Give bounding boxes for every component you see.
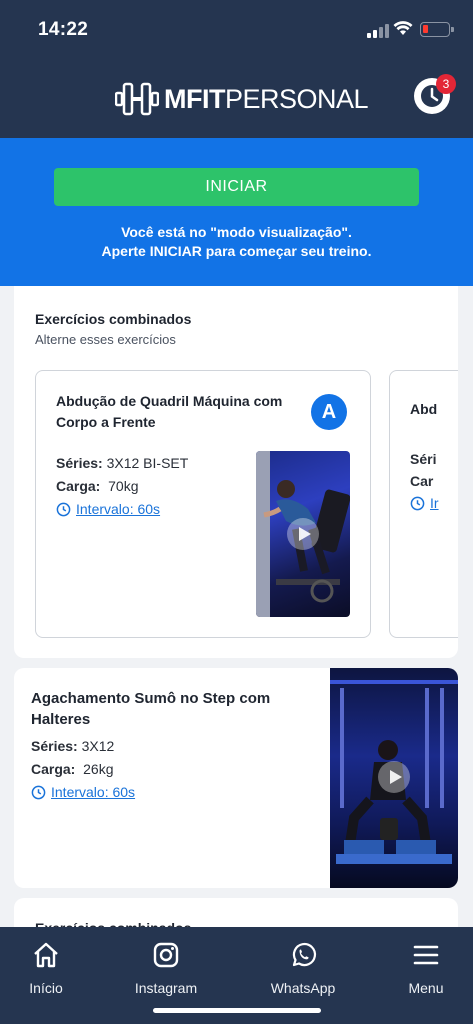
exercise-name-partial: Abd xyxy=(410,401,438,417)
play-icon[interactable] xyxy=(378,761,410,793)
home-icon xyxy=(34,942,58,968)
exercise-name: Abdução de Quadril Máquina com Corpo a F… xyxy=(56,393,283,430)
view-mode-message: Você está no "modo visualização". xyxy=(121,224,352,240)
app-header: 14:22 MFITPERSONAL 3 xyxy=(0,0,473,138)
exercise-video-thumbnail[interactable] xyxy=(330,668,458,888)
group-title: Exercícios combinados xyxy=(35,311,192,327)
home-indicator xyxy=(153,1008,321,1013)
nav-label: Menu xyxy=(408,980,444,996)
view-mode-banner: INICIAR Você está no "modo visualização"… xyxy=(0,138,473,286)
series-row: Séries: 3X12 BI-SET xyxy=(56,455,189,471)
dumbbell-logo-icon xyxy=(115,82,159,116)
start-button[interactable]: INICIAR xyxy=(54,168,419,206)
nav-whatsapp[interactable]: WhatsApp xyxy=(253,941,353,996)
signal-icon xyxy=(367,24,389,38)
menu-icon xyxy=(413,945,439,965)
logo-text: MFITPERSONAL xyxy=(164,83,369,114)
exercise-card-a[interactable]: Abdução de Quadril Máquina com Corpo a F… xyxy=(35,370,371,638)
interval-link-partial[interactable]: Ir xyxy=(410,495,439,511)
series-row-partial: Séri xyxy=(410,451,437,467)
battery-icon xyxy=(420,22,454,37)
load-row-partial: Car xyxy=(410,473,434,489)
instagram-icon xyxy=(153,942,179,968)
wifi-icon xyxy=(393,21,413,35)
play-icon[interactable] xyxy=(287,518,319,550)
load-row: Carga: 26kg xyxy=(31,761,114,777)
timer-icon xyxy=(410,496,425,510)
interval-link[interactable]: Intervalo: 60s xyxy=(56,501,160,517)
nav-label: Início xyxy=(29,980,63,996)
group-subtitle: Alterne esses exercícios xyxy=(35,332,176,347)
whatsapp-icon xyxy=(292,942,317,967)
exercise-name: Agachamento Sumô no Step com Halteres xyxy=(31,690,271,728)
view-mode-instruction: Aperte INICIAR para começar seu treino. xyxy=(101,243,372,259)
exercise-card-single[interactable]: Agachamento Sumô no Step com Halteres Sé… xyxy=(14,668,458,888)
combined-exercises-card: Exercícios combinados Alterne esses exer… xyxy=(14,286,458,658)
status-time: 14:22 xyxy=(38,19,89,40)
notification-badge: 3 xyxy=(436,74,456,94)
timer-icon xyxy=(56,502,71,516)
nav-label: Instagram xyxy=(134,980,198,996)
nav-label: WhatsApp xyxy=(270,980,336,996)
exercise-video-thumbnail[interactable] xyxy=(256,451,350,617)
load-row: Carga: 70kg xyxy=(56,478,139,494)
app-logo: MFITPERSONAL xyxy=(115,79,369,119)
nav-menu[interactable]: Menu xyxy=(376,941,473,996)
exercise-letter-badge: A xyxy=(311,394,347,430)
exercise-card-b[interactable]: Abd Séri Car Ir xyxy=(389,370,458,638)
interval-link[interactable]: Intervalo: 60s xyxy=(31,784,135,800)
series-row: Séries: 3X12 xyxy=(31,738,115,754)
nav-instagram[interactable]: Instagram xyxy=(116,941,216,996)
timer-icon xyxy=(31,785,46,799)
nav-home[interactable]: Início xyxy=(0,941,96,996)
